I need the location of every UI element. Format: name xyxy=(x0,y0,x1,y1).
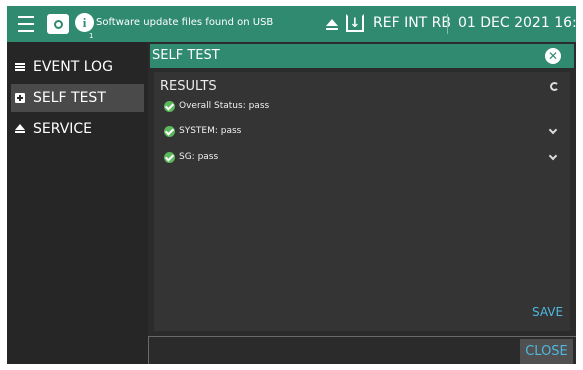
result-row-sg[interactable]: SG: pass xyxy=(164,149,218,165)
divider xyxy=(447,14,448,34)
check-circle-icon xyxy=(164,125,175,137)
panel-title: SELF TEST xyxy=(152,48,220,63)
sidebar-item-service[interactable]: SERVICE xyxy=(11,115,144,143)
eject-icon xyxy=(15,124,25,134)
sidebar-item-event-log[interactable]: EVENT LOG xyxy=(11,53,144,81)
divider xyxy=(148,336,149,364)
result-row-system[interactable]: SYSTEM: pass xyxy=(164,123,241,139)
check-circle-icon xyxy=(164,100,175,112)
refresh-icon[interactable] xyxy=(550,82,559,91)
sidebar-item-label: SERVICE xyxy=(33,121,93,137)
app-window: i 1 Software update files found on USB ↓… xyxy=(7,6,576,364)
result-row-overall: Overall Status: pass xyxy=(164,98,269,114)
datetime: 01 DEC 2021 16:44 xyxy=(458,15,576,31)
sidebar: EVENT LOG SELF TEST SERVICE xyxy=(7,42,148,364)
result-label: SG: pass xyxy=(179,152,219,162)
chevron-down-icon[interactable] xyxy=(548,151,558,161)
results-panel: RESULTS Overall Status: pass SYSTEM: pas… xyxy=(154,72,570,331)
menu-icon[interactable] xyxy=(17,16,35,32)
info-icon[interactable]: i xyxy=(75,13,94,32)
panel-header: SELF TEST ✕ xyxy=(150,44,574,68)
close-icon[interactable]: ✕ xyxy=(545,48,561,64)
sidebar-item-label: SELF TEST xyxy=(33,90,106,106)
chevron-down-icon[interactable] xyxy=(548,125,558,135)
reference-status[interactable]: REF INT RB xyxy=(373,15,451,31)
camera-icon[interactable] xyxy=(47,14,69,34)
notification-count: 1 xyxy=(89,32,94,40)
download-icon[interactable]: ↓ xyxy=(346,14,364,32)
divider xyxy=(148,336,576,337)
save-button[interactable]: SAVE xyxy=(532,305,563,319)
close-button[interactable]: CLOSE xyxy=(520,339,573,364)
top-bar: i 1 Software update files found on USB ↓… xyxy=(7,6,576,42)
notification-text[interactable]: Software update files found on USB xyxy=(96,17,273,28)
sidebar-item-label: EVENT LOG xyxy=(33,59,113,75)
result-label: SYSTEM: pass xyxy=(179,126,242,136)
check-circle-icon xyxy=(164,151,175,163)
result-label: Overall Status: pass xyxy=(179,101,270,111)
plus-box-icon xyxy=(15,93,25,103)
results-title: RESULTS xyxy=(160,79,217,94)
list-icon xyxy=(15,62,25,72)
eject-icon[interactable] xyxy=(325,17,339,31)
sidebar-item-self-test[interactable]: SELF TEST xyxy=(11,84,144,112)
